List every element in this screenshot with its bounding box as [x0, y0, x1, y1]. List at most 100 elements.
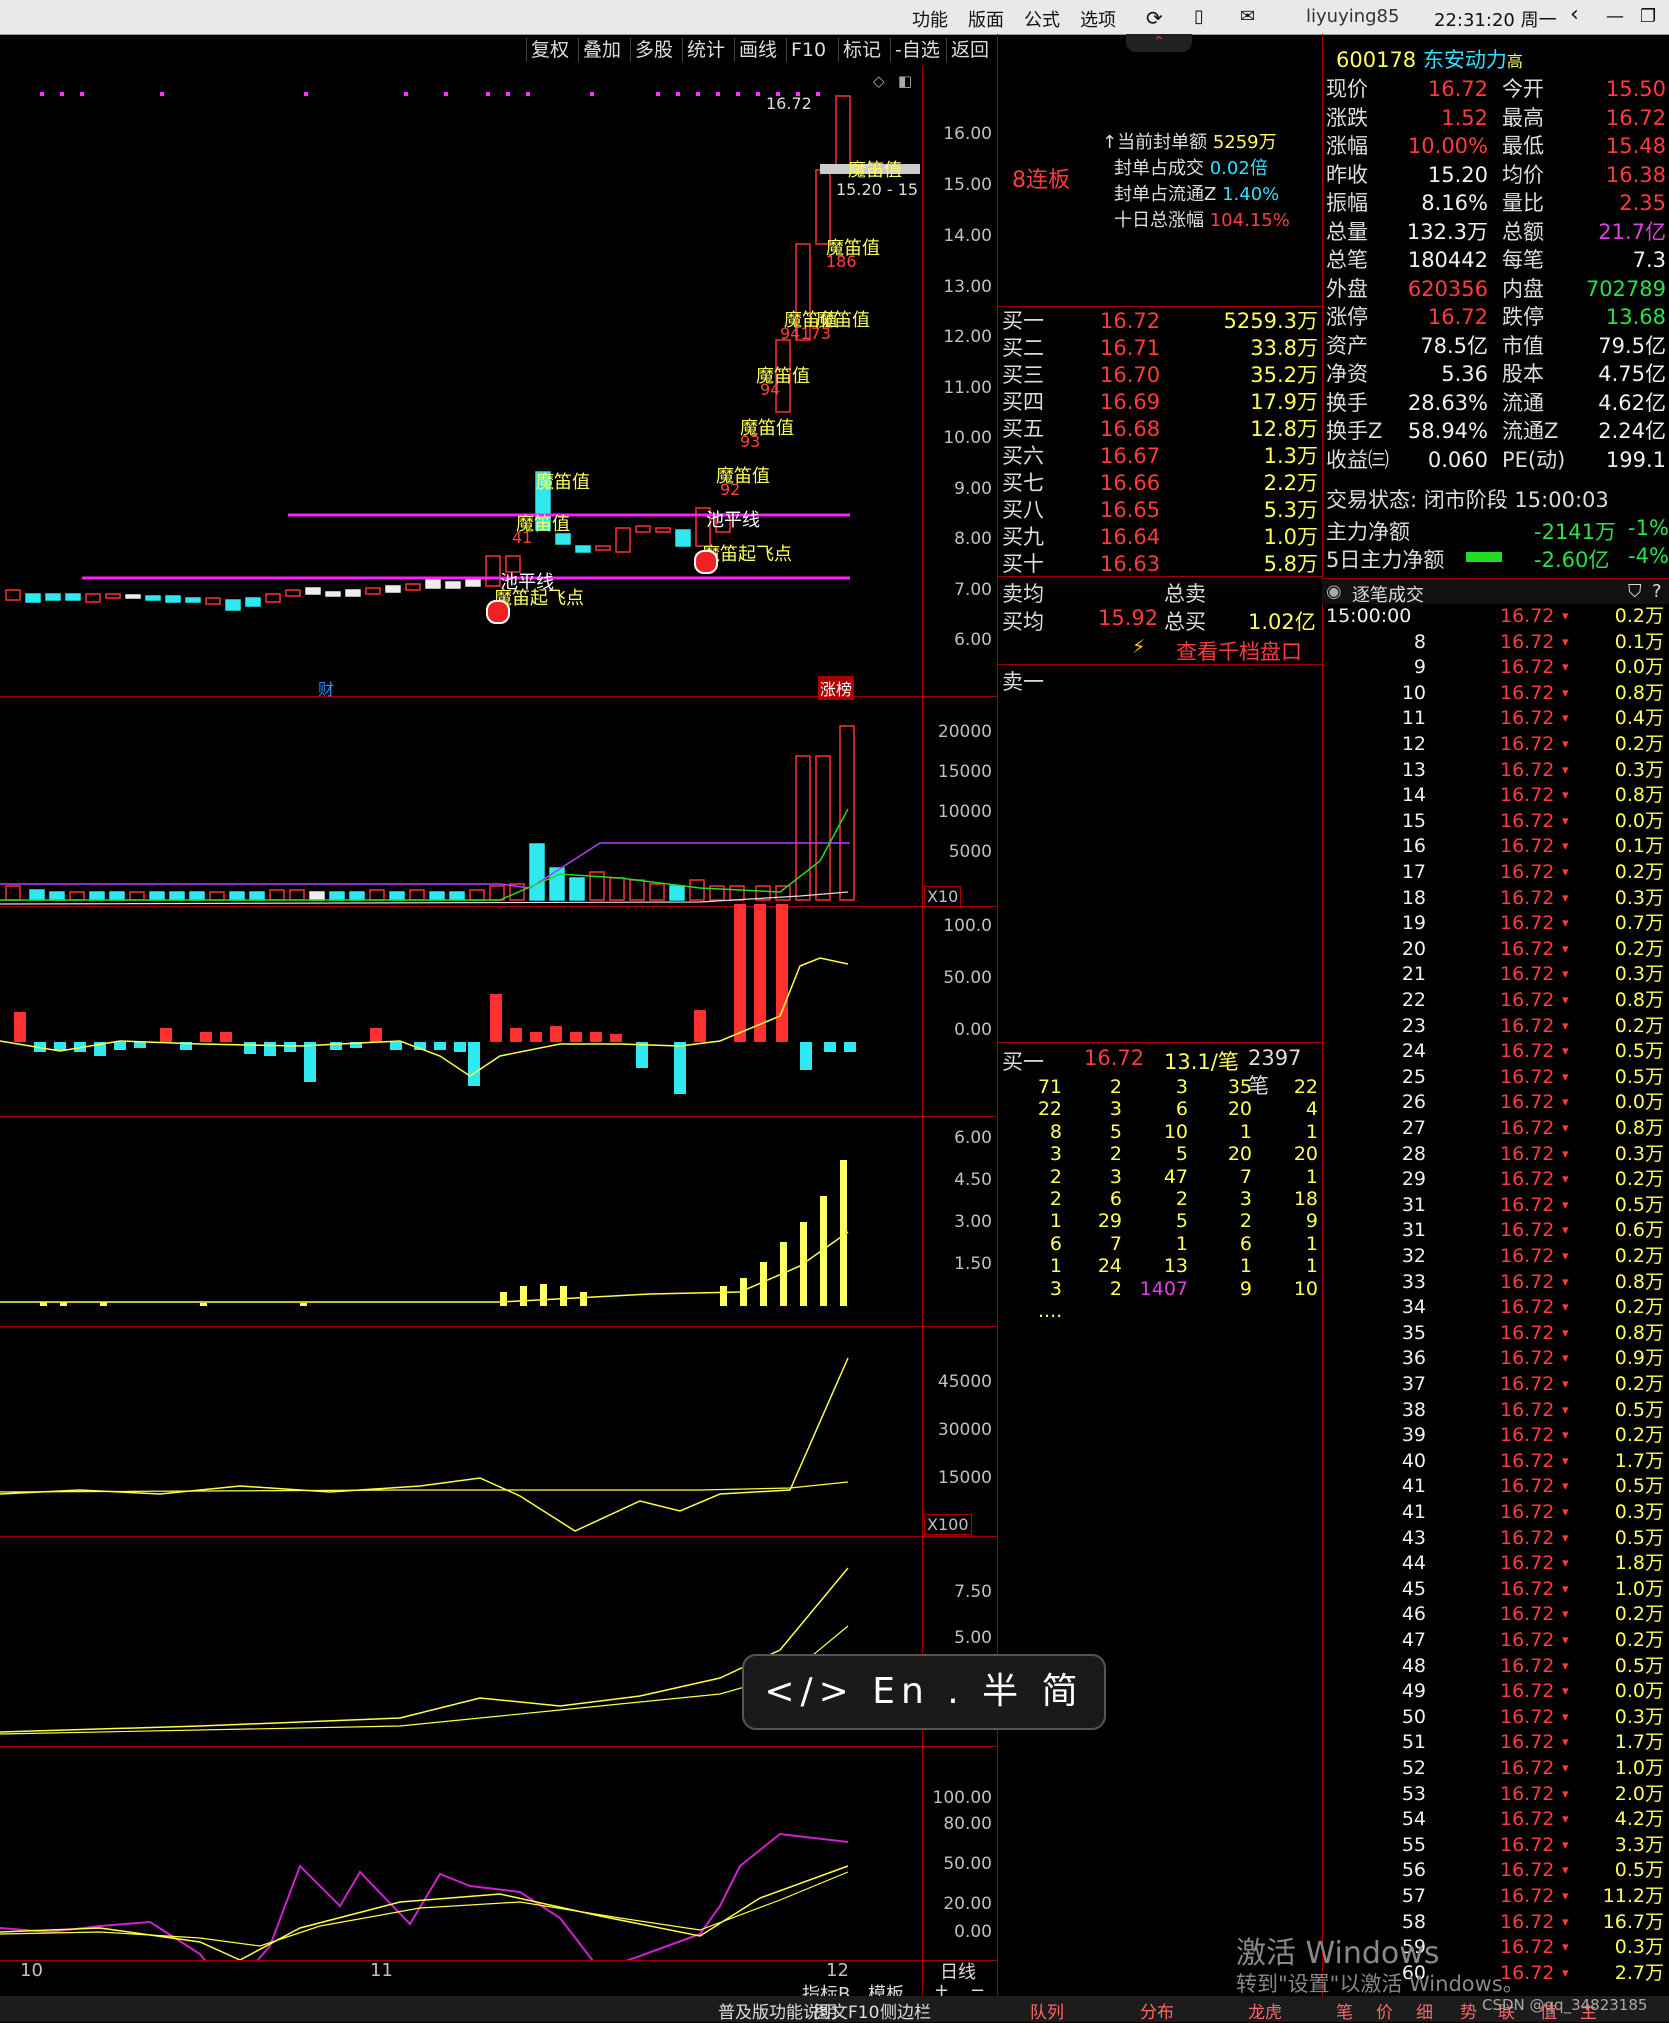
toolbar-restore-rights[interactable]: 复权 [526, 38, 573, 62]
trade-row: 44 16.72 ▾ 1.8万 [1326, 1551, 1666, 1577]
quote-row: 昨收 15.20 均价 16.38 [1326, 162, 1666, 189]
menu-function[interactable]: 功能 [912, 6, 948, 32]
ten-depth-link[interactable]: 查看千档盘口 [1176, 636, 1302, 666]
toolbar-f10[interactable]: F10 [786, 38, 830, 62]
menu-layout[interactable]: 版面 [968, 6, 1004, 32]
signal-dot [656, 92, 660, 96]
menu-formula[interactable]: 公式 [1024, 6, 1060, 32]
bottom-tab[interactable]: 细 [1416, 1998, 1433, 2023]
phone-icon[interactable]: ▯ [1194, 6, 1204, 27]
trades-toggle-icon[interactable]: ◉ [1326, 581, 1342, 602]
queue-cell: 2 [1049, 1165, 1062, 1188]
trade-time: 37 [1401, 1373, 1426, 1395]
refresh-icon[interactable]: ⟳ [1146, 6, 1163, 30]
trade-time: 21 [1401, 963, 1426, 986]
trade-volume: 3.3万 [1614, 1833, 1664, 1856]
orderbook-buy-row[interactable]: 买二 16.71 33.8万 [1002, 335, 1318, 362]
signal-dot [404, 92, 408, 96]
quote-value-a: 132.3万 [1406, 219, 1488, 244]
p3-bar [560, 1286, 567, 1306]
diamond-icon[interactable]: ◇ [873, 72, 885, 90]
orderbook-buy-row[interactable]: 买一 16.72 5259.3万 [1002, 308, 1318, 335]
bottom-tab[interactable]: 队列 [1030, 1998, 1064, 2023]
bottom-tab[interactable]: 分布 [1140, 1998, 1174, 2023]
trade-row: 34 16.72 ▾ 0.2万 [1326, 1295, 1666, 1321]
queue-more[interactable]: .... [1038, 1300, 1062, 1322]
orderbook-buy-row[interactable]: 买三 16.70 35.2万 [1002, 362, 1318, 389]
trade-dir-icon: ▾ [1562, 737, 1569, 752]
macd-axis-label: 50.00 [943, 968, 992, 988]
trade-time: 24 [1401, 1040, 1426, 1063]
quote-row: 涨幅 10.00% 最低 15.48 [1326, 133, 1666, 160]
stock-tag: 高 [1506, 52, 1523, 71]
volume-bar [369, 889, 385, 901]
trade-price: 16.72 [1500, 1040, 1555, 1063]
toolbar-watchlist[interactable]: -自选 [890, 38, 944, 62]
main-net5-label: 5日主力净额 [1326, 548, 1445, 572]
trade-volume: 0.3万 [1614, 1705, 1664, 1728]
bottom-tab[interactable]: 价 [1376, 1998, 1393, 2023]
trade-time: 45 [1401, 1577, 1426, 1600]
quote-label-b: 最高 [1502, 105, 1544, 130]
trade-price: 16.72 [1500, 707, 1555, 730]
trade-row: 23 16.72 ▾ 0.2万 [1326, 1014, 1666, 1040]
ime-toolbar[interactable]: </> En . 半 简 [742, 1654, 1106, 1730]
orderbook-buy-row[interactable]: 买十 16.63 5.8万 [1002, 551, 1318, 578]
collapse-tab[interactable]: ⌃ [1126, 34, 1192, 52]
quote-label-b: 市值 [1502, 333, 1544, 358]
toolbar-mark[interactable]: 标记 [838, 38, 885, 62]
bottom-tab[interactable]: 侧边栏 [880, 1998, 931, 2023]
quote-row: 现价 16.72 今开 15.50 [1326, 76, 1666, 103]
trade-row: 38 16.72 ▾ 0.5万 [1326, 1398, 1666, 1424]
trade-volume: 11.2万 [1602, 1885, 1664, 1907]
help-icon[interactable]: ? [1652, 581, 1662, 602]
sep-sell1 [997, 664, 1322, 665]
toolbar-overlay[interactable]: 叠加 [578, 38, 625, 62]
back-arrow-icon[interactable]: ‹ [1570, 2, 1579, 27]
orderbook-buy-row[interactable]: 买四 16.69 17.9万 [1002, 389, 1318, 416]
orderbook-buy-row[interactable]: 买八 16.65 5.3万 [1002, 497, 1318, 524]
restore-icon[interactable]: ❐ [1640, 6, 1656, 27]
queue-cell: 24 [1097, 1255, 1122, 1278]
macd-bar [370, 1028, 382, 1042]
trade-row: 31 16.72 ▾ 0.6万 [1326, 1218, 1666, 1244]
csdn-credit: CSDN @qq_34823185 [1482, 1996, 1648, 2014]
orderbook-buy-row[interactable]: 买六 16.67 1.3万 [1002, 443, 1318, 470]
panel-icon[interactable]: ◧ [898, 72, 912, 90]
finance-marker[interactable]: 财 [318, 676, 334, 700]
quote-value-b: 199.1 [1605, 447, 1666, 472]
bottom-tab[interactable]: 图文F10 [814, 1998, 879, 2023]
limitup-marker[interactable]: 涨榜 [818, 676, 855, 700]
takeoff-marker-2 [486, 600, 510, 624]
macd-bar [490, 994, 502, 1042]
toolbar-back[interactable]: 返回 [946, 38, 993, 62]
mail-icon[interactable]: ✉ [1240, 6, 1255, 27]
main-net: 主力净额 -2141万 -1% [1326, 516, 1669, 546]
queue-cell: 22 [1037, 1098, 1062, 1121]
toolbar-multi-stock[interactable]: 多股 [630, 38, 677, 62]
bottom-tab[interactable]: 龙虎 [1248, 1998, 1282, 2023]
menu-options[interactable]: 选项 [1080, 6, 1116, 32]
price-axis-label: 13.00 [943, 277, 992, 297]
trades-list[interactable]: 15:00:00 16.72 ▾ 0.2万 8 16.72 ▾ 0.1万 9 16.72 ▾ 0.0万… [1326, 604, 1666, 1996]
toolbar-stats[interactable]: 统计 [682, 38, 729, 62]
bottom-tab[interactable]: 笔 [1336, 1998, 1353, 2023]
orderbook-buy-row[interactable]: 买七 16.66 2.2万 [1002, 470, 1318, 497]
xlabel-10: 10 [20, 1960, 43, 1981]
bottom-tab[interactable]: 势 [1460, 1998, 1477, 2023]
buy-level-price: 16.65 [1100, 498, 1161, 522]
trade-time: 35 [1401, 1321, 1426, 1344]
quote-value-a: 1.52 [1441, 105, 1488, 130]
orderbook-buy-row[interactable]: 买九 16.64 1.0万 [1002, 524, 1318, 551]
trade-price: 16.72 [1500, 1245, 1555, 1267]
trade-price: 16.72 [1500, 1373, 1555, 1395]
orderbook-buy-row[interactable]: 买五 16.68 12.8万 [1002, 416, 1318, 443]
signal-dot [304, 92, 308, 96]
trade-price: 16.72 [1500, 605, 1555, 627]
filter-icon[interactable]: ⛉ [1628, 581, 1642, 602]
trade-dir-icon: ▾ [1562, 839, 1569, 855]
seal-k-0: 当前封单额 [1117, 132, 1208, 153]
toolbar-draw-line[interactable]: 画线 [734, 38, 781, 62]
minimize-icon[interactable]: — [1606, 6, 1624, 27]
period-daily[interactable]: 日线 [940, 1958, 976, 1984]
